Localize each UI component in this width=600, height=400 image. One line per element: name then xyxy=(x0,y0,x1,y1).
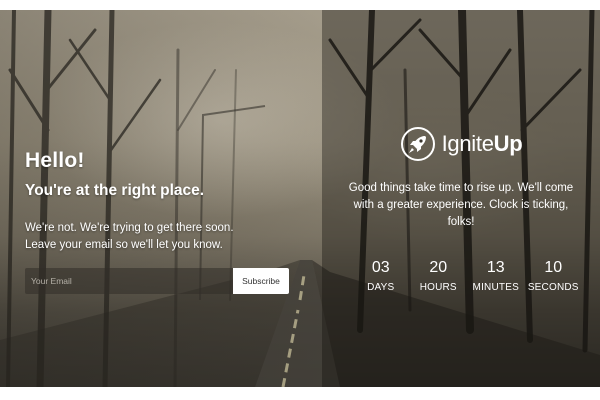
description-line: Leave your email so we'll let you know. xyxy=(25,239,223,251)
launch-message: Good things take time to rise up. We'll … xyxy=(348,182,574,228)
countdown-days: 03 DAYS xyxy=(352,257,410,293)
description-line: We're not. We're trying to get there soo… xyxy=(25,222,234,234)
countdown-label: MINUTES xyxy=(472,282,519,293)
tagline-heading: You're at the right place. xyxy=(25,182,205,199)
countdown-panel: IgniteUp Good things take time to rise u… xyxy=(322,10,600,387)
brand-name-prefix: Ignite xyxy=(441,131,494,156)
description-text: We're not. We're trying to get there soo… xyxy=(25,220,295,254)
email-input[interactable] xyxy=(25,268,233,294)
subscribe-panel: Hello! You're at the right place. We're … xyxy=(25,10,315,387)
landing-page: Hello! You're at the right place. We're … xyxy=(0,0,600,400)
forest-background-photo: Hello! You're at the right place. We're … xyxy=(0,10,600,387)
countdown-value: 03 xyxy=(371,259,390,276)
countdown-label: SECONDS xyxy=(527,282,579,293)
subscribe-button[interactable]: Subscribe xyxy=(233,268,289,294)
subscribe-form: Subscribe xyxy=(25,268,289,294)
countdown-label: HOURS xyxy=(419,282,457,293)
countdown-value: 10 xyxy=(544,259,563,276)
rocket-icon xyxy=(400,127,435,161)
brand-name-suffix: Up xyxy=(493,131,523,156)
countdown-minutes: 13 MINUTES xyxy=(467,257,525,293)
countdown-label: DAYS xyxy=(367,282,395,293)
countdown-seconds: 10 SECONDS xyxy=(525,257,583,293)
brand-name: IgniteUp xyxy=(442,131,523,157)
countdown-hours: 20 HOURS xyxy=(410,257,468,293)
countdown-timer: 03 DAYS 20 HOURS 13 MINUTES 10 SECONDS xyxy=(352,257,582,293)
countdown-value: 13 xyxy=(486,259,505,276)
brand-logo: IgniteUp xyxy=(322,124,600,164)
hello-heading: Hello! xyxy=(25,149,85,172)
countdown-value: 20 xyxy=(429,259,448,276)
